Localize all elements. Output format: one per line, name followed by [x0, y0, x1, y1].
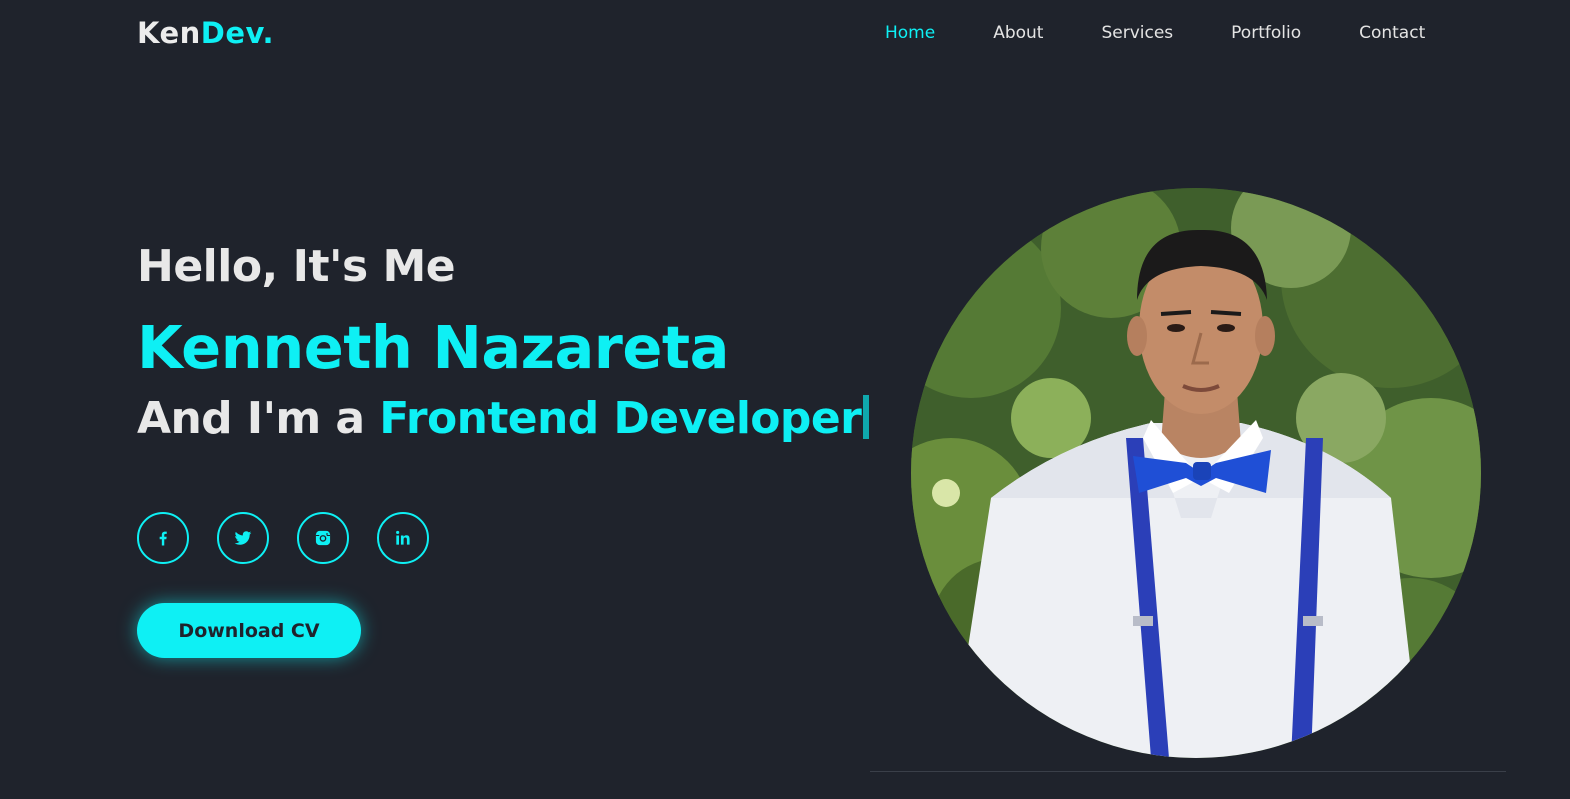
hero-role-line: And I'm a Frontend Developer	[137, 390, 877, 448]
nav-home[interactable]: Home	[885, 23, 935, 43]
instagram-icon	[315, 530, 331, 546]
facebook-link[interactable]	[137, 512, 189, 564]
linkedin-icon	[396, 530, 410, 545]
hero-name: Kenneth Nazareta	[137, 313, 729, 382]
logo-text: Ken	[137, 16, 201, 50]
download-cv-button[interactable]: Download CV	[137, 603, 361, 658]
logo-accent: Dev.	[200, 16, 275, 50]
role-prefix: And I'm a	[137, 393, 365, 444]
hero-text: Hello, It's Me Kenneth Nazareta And I'm …	[137, 238, 877, 448]
facebook-icon	[159, 531, 167, 546]
profile-photo	[911, 188, 1481, 758]
site-header: KenDev. Home About Services Portfolio Co…	[0, 0, 1570, 68]
nav-contact[interactable]: Contact	[1359, 23, 1425, 43]
role-text: Frontend Developer	[379, 393, 862, 444]
instagram-link[interactable]	[297, 512, 349, 564]
nav-services[interactable]: Services	[1101, 23, 1173, 43]
hero-greeting: Hello, It's Me	[137, 241, 456, 292]
typing-cursor	[863, 395, 870, 439]
profile-photo-illustration	[911, 188, 1481, 758]
nav-about[interactable]: About	[993, 23, 1043, 43]
main-nav: Home About Services Portfolio Contact	[885, 23, 1425, 43]
portfolio-page: KenDev. Home About Services Portfolio Co…	[0, 0, 1570, 799]
logo[interactable]: KenDev.	[137, 16, 274, 50]
linkedin-link[interactable]	[377, 512, 429, 564]
twitter-link[interactable]	[217, 512, 269, 564]
nav-portfolio[interactable]: Portfolio	[1231, 23, 1301, 43]
divider	[870, 771, 1506, 772]
social-links	[137, 512, 457, 564]
twitter-icon	[234, 531, 252, 545]
